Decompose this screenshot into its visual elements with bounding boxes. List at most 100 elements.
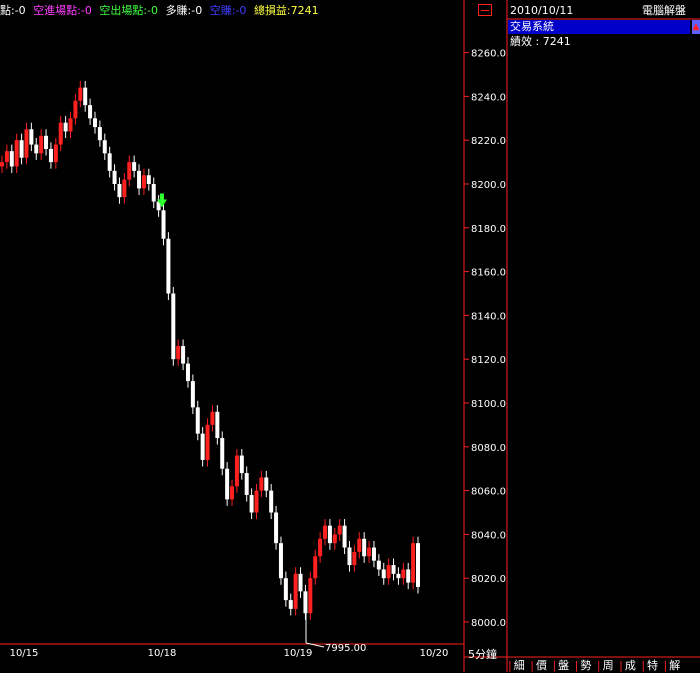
- tab-6[interactable]: 特: [647, 657, 658, 673]
- candle-body-31: [151, 184, 156, 202]
- candle-body-55: [269, 490, 274, 513]
- candle-body-33: [161, 210, 166, 239]
- panel-header: 2010/10/11 電腦解盤: [508, 4, 700, 18]
- y-tick-label-9: 8180.0: [471, 224, 506, 235]
- y-tick-label-2: 8040.0: [471, 530, 506, 541]
- y-tick-label-7: 8140.0: [471, 311, 506, 322]
- candle-body-68: [332, 534, 337, 544]
- tab-3[interactable]: 勢: [580, 657, 591, 673]
- candle-body-75: [367, 547, 372, 557]
- tab-4[interactable]: 周: [603, 657, 614, 673]
- candle-body-23: [112, 170, 117, 184]
- candle-body-67: [327, 525, 332, 544]
- x-label-0: 10/15: [10, 648, 39, 659]
- candle-body-15: [73, 100, 78, 119]
- candle-body-71: [347, 547, 352, 566]
- y-tick-label-5: 8100.0: [471, 399, 506, 410]
- x-label-1: 10/18: [148, 648, 177, 659]
- candle-body-26: [127, 162, 132, 180]
- candle-body-59: [288, 600, 293, 609]
- performance-row: 績效 : 7241: [510, 35, 571, 48]
- candle-body-53: [259, 477, 264, 491]
- scroll-up-icon[interactable]: ▲: [692, 20, 700, 34]
- candle-body-4: [19, 140, 24, 158]
- candle-body-14: [68, 118, 73, 132]
- candle-body-79: [386, 565, 391, 579]
- y-tick-label-8: 8160.0: [471, 268, 506, 279]
- candle-body-48: [234, 455, 239, 487]
- candle-body-27: [132, 162, 137, 171]
- candle-body-1: [4, 151, 9, 163]
- candle-body-61: [298, 573, 303, 592]
- annotations: 7995.00: [157, 193, 366, 654]
- candle-body-56: [274, 512, 279, 544]
- candle-body-43: [210, 411, 215, 425]
- candle-body-52: [254, 490, 259, 513]
- candle-body-50: [244, 473, 249, 495]
- candle-body-3: [14, 140, 19, 167]
- tab-5[interactable]: 成: [625, 657, 636, 673]
- candle-body-5: [24, 129, 29, 158]
- candle-body-69: [337, 525, 342, 535]
- y-tick-label-11: 8220.0: [471, 136, 506, 147]
- candle-body-39: [190, 381, 195, 408]
- x-axis-labels: 10/15 10/18 10/19 10/20: [10, 648, 449, 659]
- low-price-label: 7995.00: [325, 643, 366, 654]
- candle-body-64: [313, 556, 318, 579]
- candle-body-13: [63, 122, 68, 132]
- tab-2[interactable]: 盤: [558, 657, 569, 673]
- candle-body-77: [376, 560, 381, 570]
- candle-body-47: [230, 486, 235, 500]
- candle-body-40: [195, 407, 200, 434]
- candles: [0, 81, 420, 620]
- y-tick-label-12: 8240.0: [471, 92, 506, 103]
- candle-body-29: [141, 175, 146, 189]
- candle-body-34: [166, 238, 171, 294]
- candle-body-42: [205, 424, 210, 460]
- candle-body-57: [278, 543, 283, 579]
- candle-body-70: [342, 525, 347, 548]
- candle-body-51: [249, 494, 254, 513]
- panel-date: 2010/10/11: [510, 4, 574, 17]
- candle-body-83: [406, 569, 411, 583]
- candle-body-76: [371, 547, 376, 561]
- y-tick-label-1: 8020.0: [471, 574, 506, 585]
- candle-body-82: [401, 569, 406, 579]
- candle-body-19: [92, 118, 97, 128]
- candle-body-85: [416, 543, 420, 587]
- candle-body-9: [44, 135, 49, 149]
- y-tick-label-4: 8080.0: [471, 443, 506, 454]
- tab-7[interactable]: 解: [669, 657, 680, 673]
- candle-body-17: [83, 87, 88, 106]
- candle-body-21: [102, 140, 107, 154]
- candle-body-30: [146, 175, 151, 184]
- candle-body-28: [137, 170, 142, 189]
- candle-body-10: [48, 148, 53, 163]
- y-axis-ticks: 8000.0 8020.0 8040.0 8060.0 8080.0 8100.0 8120…: [464, 49, 506, 629]
- candle-body-62: [303, 591, 308, 614]
- candle-body-0: [0, 162, 4, 167]
- tab-0[interactable]: 細: [514, 657, 525, 673]
- candle-body-49: [239, 455, 244, 474]
- candle-body-54: [264, 477, 269, 491]
- candle-body-84: [411, 543, 416, 583]
- candle-body-18: [88, 105, 93, 119]
- bottom-tabs: | 細 | 價 | 盤 | 勢 | 周 | 成 | 特 | 解: [508, 657, 681, 673]
- candle-body-36: [176, 346, 181, 360]
- candle-body-2: [9, 151, 14, 167]
- candle-body-72: [352, 551, 357, 566]
- trading-system-row[interactable]: 交易系統: [508, 20, 690, 34]
- candle-body-66: [323, 525, 328, 539]
- candle-body-74: [362, 538, 367, 557]
- candle-body-81: [396, 573, 401, 579]
- candle-body-20: [97, 127, 102, 141]
- x-label-2: 10/19: [284, 648, 313, 659]
- x-label-3: 10/20: [420, 648, 449, 659]
- candle-body-73: [357, 538, 362, 552]
- candle-body-65: [318, 538, 323, 557]
- y-tick-label-13: 8260.0: [471, 49, 506, 60]
- y-tick-label-10: 8200.0: [471, 180, 506, 191]
- tab-1[interactable]: 價: [536, 657, 547, 673]
- candle-body-22: [107, 153, 112, 171]
- timeframe-label[interactable]: 5分鐘: [468, 646, 497, 662]
